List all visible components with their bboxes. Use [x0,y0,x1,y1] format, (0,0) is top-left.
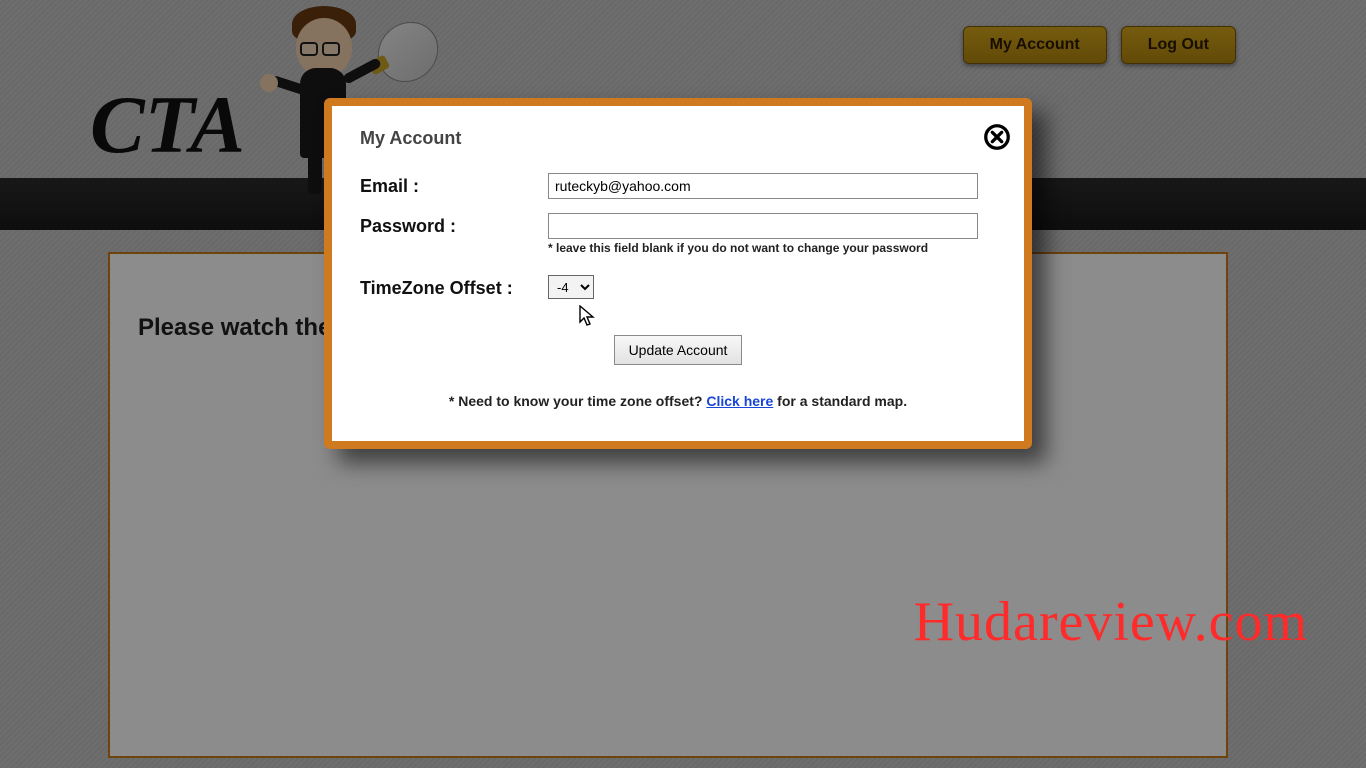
email-row: Email : [360,173,996,199]
close-icon [982,122,1012,152]
password-input[interactable] [548,213,978,239]
modal-title: My Account [360,128,996,149]
password-row: Password : [360,213,996,239]
timezone-note-suffix: for a standard map. [773,393,907,409]
timezone-select[interactable]: -4 [548,275,594,299]
update-account-button[interactable]: Update Account [614,335,743,365]
timezone-note-prefix: * Need to know your time zone offset? [449,393,706,409]
cursor-icon [579,305,597,329]
email-input[interactable] [548,173,978,199]
watermark-text: Hudareview.com [914,590,1308,654]
password-label: Password : [360,213,548,237]
timezone-label: TimeZone Offset : [360,275,548,299]
my-account-modal: My Account Email : Password : * leave th… [324,98,1032,449]
password-hint: * leave this field blank if you do not w… [548,241,996,255]
timezone-map-link[interactable]: Click here [706,393,773,409]
email-label: Email : [360,173,548,197]
timezone-note: * Need to know your time zone offset? Cl… [360,393,996,409]
close-button[interactable] [982,122,1012,152]
timezone-row: TimeZone Offset : -4 [360,275,996,299]
